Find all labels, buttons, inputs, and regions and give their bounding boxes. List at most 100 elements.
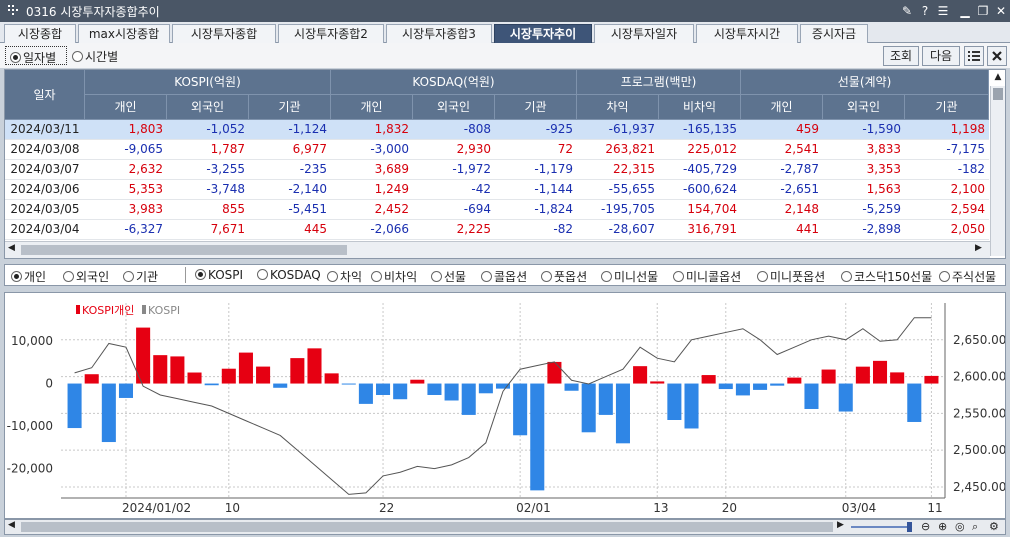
minimize-icon[interactable]: ▁ [956, 2, 974, 20]
tab-investor-summary-3[interactable]: 시장투자종합3 [386, 24, 492, 43]
close-icon[interactable]: ✕ [992, 2, 1010, 20]
series-option[interactable]: KOSPI [195, 268, 243, 282]
settings-icon[interactable]: ⚙ [989, 520, 999, 533]
table-row[interactable]: 2024/03/05 3,983 855 -5,451 2,452 -694 -1,824 -… [5, 200, 989, 220]
time-radio[interactable]: 시간별 [72, 48, 118, 65]
tab-market-summary[interactable]: 시장종합 [4, 24, 76, 43]
next-button[interactable]: 다음 [922, 46, 960, 66]
series-option[interactable]: 미니콜옵션 [673, 268, 741, 285]
column-header[interactable]: 개인 [85, 95, 167, 120]
investor-trend-chart: 2,650.00 2,600.00 2,550.00 2,500.00 2,450.00… [4, 292, 1006, 519]
value-cell: -182 [957, 162, 985, 176]
grip-icon[interactable] [8, 5, 18, 15]
table-row[interactable]: 2024/03/07 2,632 -3,255 -235 3,689 -1,972 -1,1… [5, 160, 989, 180]
chart-scroll-bar[interactable]: ◀ ▶ ⊖ ⊕ ◎ ⌕ ⚙ [4, 519, 1006, 535]
table-row[interactable]: 2024/03/06 5,353 -3,748 -2,140 1,249 -42 -1,14… [5, 180, 989, 200]
zoom-fit-icon[interactable]: ◎ [955, 520, 965, 533]
help-icon[interactable]: ? [916, 2, 934, 20]
vertical-scrollbar[interactable]: ▲ [990, 72, 1005, 256]
tab-investor-daily[interactable]: 시장투자일자 [594, 24, 694, 43]
value-cell: -28,607 [608, 222, 655, 236]
legend-swatch-index [142, 305, 146, 314]
chart-scroll-thumb[interactable] [21, 522, 833, 532]
tab-investor-summary-2[interactable]: 시장투자종합2 [278, 24, 384, 43]
column-header[interactable]: 외국인 [823, 95, 905, 120]
horizontal-scrollbar[interactable]: ◀ ▶ [5, 241, 990, 258]
series-option[interactable]: 선물 [431, 268, 466, 285]
zoom-out-icon[interactable]: ⊖ [921, 520, 930, 533]
scroll-left-icon[interactable]: ◀ [8, 243, 15, 253]
tab-investor-trend[interactable]: 시장투자추이 [494, 24, 592, 43]
kospi-individual-bar [341, 383, 356, 385]
close-panel-button[interactable] [987, 46, 1007, 66]
scroll-up-icon[interactable]: ▲ [991, 72, 1005, 86]
tab-max-market-summary[interactable]: max시장종합 [78, 24, 170, 43]
kospi-individual-bar [821, 369, 836, 384]
investor-option[interactable]: 외국인 [63, 268, 109, 285]
kospi-individual-bar [855, 366, 870, 384]
tab-investor-summary[interactable]: 시장투자종합 [172, 24, 276, 43]
zoom-reset-icon[interactable]: ⌕ [972, 520, 978, 534]
series-option[interactable]: 차익 [327, 268, 362, 285]
kospi-individual-bar [358, 383, 373, 404]
investor-option[interactable]: 개인 [11, 268, 46, 285]
table-row[interactable]: 2024/03/04 -6,327 7,671 445 -2,066 2,225 -82 -2… [5, 220, 989, 240]
column-header[interactable]: 차익 [577, 95, 659, 120]
column-header[interactable]: 개인 [741, 95, 823, 120]
table-row[interactable]: 2024/03/11 1,803 -1,052 -1,124 1,832 -808 -925… [5, 120, 989, 140]
column-header[interactable]: 기관 [495, 95, 577, 120]
value-cell: 2,148 [784, 202, 819, 216]
daily-radio[interactable]: 일자별 [5, 46, 67, 65]
column-header[interactable]: 외국인 [413, 95, 495, 120]
series-option[interactable]: 풋옵션 [541, 268, 587, 285]
x-axis-tick-label: 11 [927, 501, 942, 515]
hscroll-thumb[interactable] [21, 245, 347, 255]
menu-icon[interactable]: ☰ [934, 2, 952, 20]
value-cell: -808 [463, 122, 491, 136]
value-cell: 1,249 [374, 182, 409, 196]
series-option[interactable]: KOSDAQ [257, 268, 321, 282]
zoom-in-icon[interactable]: ⊕ [938, 520, 947, 533]
scroll-thumb[interactable] [993, 88, 1003, 100]
kospi-individual-bar [153, 355, 168, 384]
column-header[interactable]: 개인 [331, 95, 413, 120]
chart-scroll-left-icon[interactable]: ◀ [8, 520, 15, 530]
series-option[interactable]: 콜옵션 [481, 268, 527, 285]
value-cell: 1,198 [950, 122, 985, 136]
series-option[interactable]: 코스닥150선물 [841, 268, 932, 285]
table-row[interactable]: 2024/03/08 -9,065 1,787 6,977 -3,000 2,930 72 2… [5, 140, 989, 160]
investor-option[interactable]: 기관 [123, 268, 158, 285]
x-axis-tick-label: 20 [722, 501, 737, 515]
zoom-slider-handle[interactable] [907, 522, 912, 532]
tab-investor-time[interactable]: 시장투자시간 [696, 24, 798, 43]
date-column-header[interactable]: 일자 [5, 70, 85, 120]
column-header[interactable]: 비차익 [659, 95, 741, 120]
scroll-right-icon[interactable]: ▶ [975, 243, 982, 253]
series-option[interactable]: 미니풋옵션 [757, 268, 825, 285]
series-option[interactable]: 주식선물 [939, 268, 996, 285]
radio-on-icon [10, 52, 21, 63]
pin-icon[interactable]: ✎ [898, 2, 916, 20]
kospi-individual-bar [890, 372, 905, 384]
value-cell: -165,135 [683, 122, 737, 136]
chart-scroll-right-icon[interactable]: ▶ [837, 520, 844, 530]
restore-icon[interactable]: ❐ [974, 2, 992, 20]
x-axis-tick-label: 03/04 [842, 501, 877, 515]
x-axis-tick-label: 02/01 [516, 501, 551, 515]
value-cell: 3,983 [128, 202, 163, 216]
value-cell: 263,821 [605, 142, 655, 156]
column-header[interactable]: 기관 [905, 95, 989, 120]
radio-icon [841, 271, 852, 282]
series-option[interactable]: 비차익 [371, 268, 417, 285]
zoom-slider[interactable] [851, 526, 911, 528]
query-button[interactable]: 조회 [883, 46, 919, 66]
value-cell: 3,353 [866, 162, 901, 176]
value-cell: 1,803 [128, 122, 163, 136]
list-view-button[interactable] [964, 46, 984, 66]
radio-icon [63, 271, 74, 282]
column-header[interactable]: 기관 [249, 95, 331, 120]
tab-market-funds[interactable]: 증시자금 [800, 24, 868, 43]
column-header[interactable]: 외국인 [167, 95, 249, 120]
value-cell: 72 [557, 142, 573, 156]
series-option[interactable]: 미니선물 [601, 268, 658, 285]
